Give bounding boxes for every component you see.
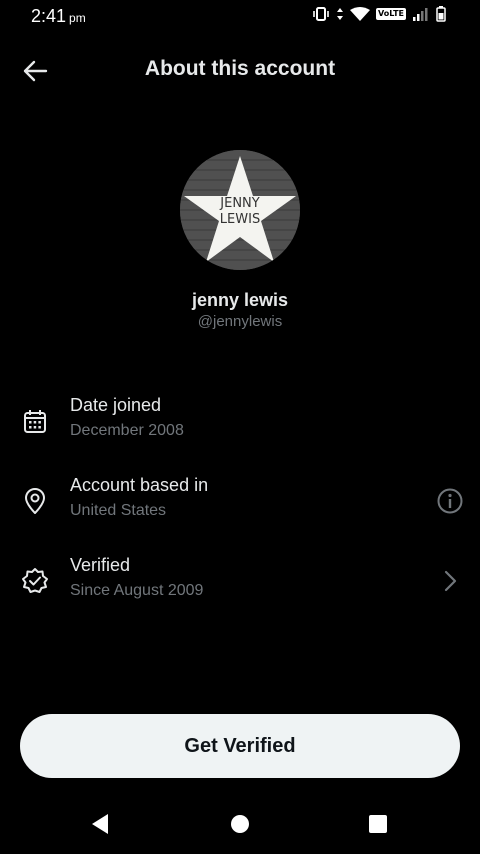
top-app-bar: About this account [0, 44, 480, 96]
status-bar: 2:41 pm VoLTE [0, 0, 480, 34]
vibrate-icon [313, 7, 329, 21]
verified-value: Since August 2009 [70, 582, 204, 599]
nav-recents-button[interactable] [362, 808, 394, 840]
location-pin-icon [21, 487, 49, 515]
triangle-back-icon [92, 814, 108, 834]
page-title: About this account [144, 57, 336, 80]
data-transfer-icon [337, 8, 344, 20]
wifi-icon [350, 7, 371, 21]
get-verified-button[interactable]: Get Verified [20, 714, 460, 778]
date-joined-row: Date joined December 2008 [0, 395, 480, 455]
profile-handle: @jennylewis [197, 313, 283, 330]
verified-row[interactable]: Verified Since August 2009 [0, 555, 480, 615]
info-icon[interactable] [436, 487, 464, 515]
profile-name: jenny lewis [191, 290, 289, 310]
status-time: 2:41 pm [31, 6, 86, 26]
account-based-in-value: United States [70, 502, 167, 519]
square-recents-icon [369, 815, 387, 833]
verified-label: Verified [70, 555, 131, 575]
signal-icon [413, 8, 428, 21]
account-based-in-label: Account based in [70, 475, 209, 495]
volte-badge: VoLTE [376, 8, 406, 20]
avatar[interactable]: JENNY LEWIS [180, 150, 300, 270]
calendar-icon [21, 407, 49, 435]
avatar-text-line2: LEWIS [219, 212, 261, 227]
battery-icon [436, 6, 446, 22]
nav-back-button[interactable] [84, 808, 116, 840]
verified-badge-icon [21, 567, 49, 595]
partial-next-row [70, 632, 190, 640]
system-nav-bar [0, 794, 480, 854]
date-joined-value: December 2008 [70, 422, 184, 439]
date-joined-label: Date joined [70, 395, 162, 415]
circle-home-icon [231, 815, 249, 833]
chevron-right-icon [436, 567, 464, 595]
avatar-text-line1: JENNY [220, 196, 260, 211]
nav-home-button[interactable] [224, 808, 256, 840]
status-icons: VoLTE [312, 6, 446, 22]
account-based-in-row: Account based in United States [0, 475, 480, 535]
